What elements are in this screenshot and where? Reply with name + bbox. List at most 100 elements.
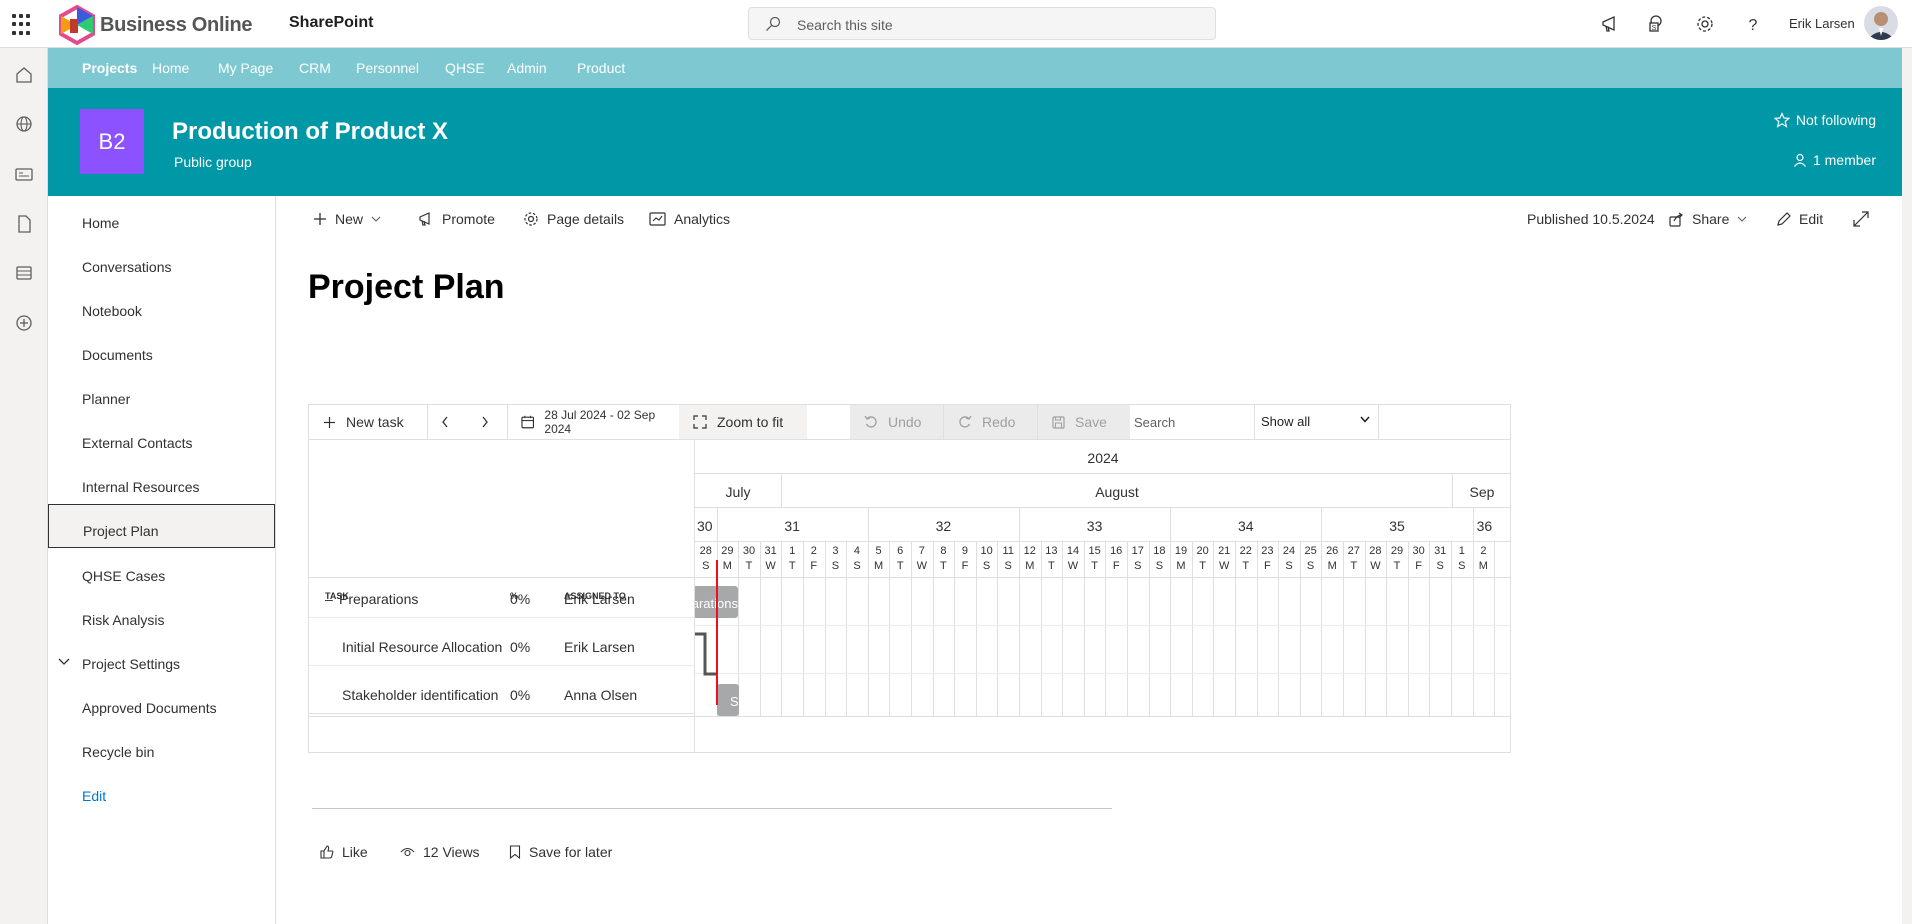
next-button[interactable] bbox=[467, 405, 507, 439]
globe-icon[interactable] bbox=[13, 113, 35, 135]
edit-page-button[interactable]: Edit bbox=[1776, 211, 1823, 227]
news-icon[interactable] bbox=[13, 163, 35, 185]
save-for-later-button[interactable]: Save for later bbox=[509, 844, 612, 860]
weekday-letter: T bbox=[1048, 560, 1055, 572]
person-icon bbox=[1793, 153, 1806, 167]
site-title[interactable]: Production of Product X bbox=[172, 118, 448, 146]
site-privacy-label: Public group bbox=[174, 154, 252, 170]
create-add-icon[interactable] bbox=[13, 312, 35, 334]
previous-button[interactable] bbox=[427, 405, 467, 439]
zoom-to-fit-button[interactable]: Zoom to fit bbox=[679, 405, 807, 439]
help-icon[interactable]: ? bbox=[1743, 14, 1763, 34]
nav-item-documents[interactable]: Documents bbox=[48, 332, 275, 372]
site-logo[interactable]: B2 bbox=[80, 109, 144, 174]
follow-button[interactable]: Not following bbox=[1773, 112, 1876, 128]
task-row[interactable]: Initial Resource Allocation 0% Erik Lars… bbox=[309, 626, 694, 666]
app-launcher-icon[interactable] bbox=[12, 14, 34, 36]
nav-item-project-plan[interactable]: Project Plan bbox=[48, 504, 275, 548]
nav-item-project-settings[interactable]: Project Settings bbox=[48, 641, 275, 681]
nav-item-risk-analysis[interactable]: Risk Analysis bbox=[48, 597, 275, 637]
settings-gear-icon[interactable] bbox=[1695, 14, 1715, 34]
expand-icon[interactable] bbox=[1853, 211, 1869, 227]
weekday-letter: S bbox=[853, 560, 861, 572]
business-online-logo[interactable] bbox=[56, 4, 98, 46]
gear-icon bbox=[524, 212, 538, 226]
weekday-letter: T bbox=[788, 560, 796, 572]
task-assignee[interactable]: Erik Larsen bbox=[564, 591, 635, 607]
nav-item-planner[interactable]: Planner bbox=[48, 376, 275, 416]
sharepoint-link[interactable]: SharePoint bbox=[289, 14, 373, 32]
share-button[interactable]: Share bbox=[1669, 211, 1747, 227]
row-divider bbox=[695, 625, 1510, 626]
weekday-letter: F bbox=[961, 560, 969, 572]
day-number: 27 bbox=[1347, 545, 1360, 557]
document-icon[interactable] bbox=[13, 213, 35, 235]
site-quick-launch: Home Conversations Notebook Documents Pl… bbox=[48, 196, 276, 924]
redo-button[interactable]: Redo bbox=[944, 405, 1037, 439]
user-name[interactable]: Erik Larsen bbox=[1789, 16, 1855, 31]
weekday-letter: T bbox=[745, 560, 753, 572]
footer-divider bbox=[312, 808, 1112, 809]
collapse-toggle[interactable]: – bbox=[325, 591, 333, 607]
promote-button[interactable]: Promote bbox=[418, 211, 495, 227]
task-percent[interactable]: 0% bbox=[510, 687, 530, 703]
nav-item-conversations[interactable]: Conversations bbox=[48, 244, 275, 284]
nav-item-external-contacts[interactable]: External Contacts bbox=[48, 420, 275, 460]
task-name[interactable]: Preparations bbox=[339, 591, 418, 607]
user-avatar[interactable] bbox=[1864, 6, 1898, 40]
gantt-bar-stakeholder[interactable]: S bbox=[717, 684, 739, 716]
task-row[interactable]: – Preparations 0% Erik Larsen bbox=[309, 578, 694, 618]
hub-item-personnel[interactable]: Personnel bbox=[356, 60, 419, 76]
views-count: 12 Views bbox=[400, 844, 480, 860]
sharepoint-app-icon[interactable]: S bbox=[1647, 14, 1667, 34]
nav-edit-link[interactable]: Edit bbox=[48, 773, 275, 813]
hub-item-home[interactable]: Home bbox=[152, 60, 189, 76]
plus-icon bbox=[324, 416, 335, 428]
nav-item-qhse-cases[interactable]: QHSE Cases bbox=[48, 553, 275, 593]
day-number: 5 bbox=[875, 545, 882, 557]
task-row[interactable]: Stakeholder identification 0% Anna Olsen bbox=[309, 674, 694, 714]
task-assignee[interactable]: Anna Olsen bbox=[564, 687, 637, 703]
like-button[interactable]: Like bbox=[320, 844, 368, 860]
nav-item-approved-documents[interactable]: Approved Documents bbox=[48, 685, 275, 725]
task-percent[interactable]: 0% bbox=[510, 591, 530, 607]
new-task-label: New task bbox=[346, 414, 404, 430]
date-range-picker[interactable]: 28 Jul 2024 - 02 Sep 2024 bbox=[507, 405, 679, 439]
page-scrollbar[interactable] bbox=[1902, 48, 1912, 924]
site-search-box[interactable]: Search this site bbox=[748, 7, 1216, 40]
bookmark-icon bbox=[509, 845, 521, 859]
filter-dropdown[interactable]: Show all bbox=[1255, 405, 1379, 439]
nav-item-internal-resources[interactable]: Internal Resources bbox=[48, 464, 275, 504]
edit-label: Edit bbox=[1799, 211, 1824, 227]
list-icon[interactable] bbox=[13, 262, 35, 284]
new-task-button[interactable]: New task bbox=[309, 405, 427, 439]
hub-item-crm[interactable]: CRM bbox=[299, 60, 331, 76]
nav-item-notebook[interactable]: Notebook bbox=[48, 288, 275, 328]
gantt-search-input[interactable]: Search bbox=[1130, 405, 1255, 439]
day-number: 3 bbox=[832, 545, 839, 557]
hub-item-my-page[interactable]: My Page bbox=[218, 60, 273, 76]
home-icon[interactable] bbox=[13, 64, 35, 86]
hub-item-qhse[interactable]: QHSE bbox=[445, 60, 485, 76]
nav-item-home[interactable]: Home bbox=[48, 200, 275, 240]
hub-item-admin[interactable]: Admin bbox=[507, 60, 547, 76]
analytics-button[interactable]: Analytics bbox=[649, 211, 730, 227]
task-name[interactable]: Stakeholder identification bbox=[342, 687, 498, 703]
task-assignee[interactable]: Erik Larsen bbox=[564, 639, 635, 655]
task-percent[interactable]: 0% bbox=[510, 639, 530, 655]
new-button[interactable]: New bbox=[313, 211, 381, 227]
nav-item-recycle-bin[interactable]: Recycle bin bbox=[48, 729, 275, 769]
redo-label: Redo bbox=[982, 414, 1016, 430]
task-name[interactable]: Initial Resource Allocation bbox=[342, 639, 502, 655]
weekday-letter: S bbox=[831, 560, 840, 572]
megaphone-icon[interactable] bbox=[1600, 14, 1620, 34]
page-details-button[interactable]: Page details bbox=[523, 211, 624, 227]
hub-item-product[interactable]: Product bbox=[577, 60, 625, 76]
save-button[interactable]: Save bbox=[1038, 405, 1130, 439]
hub-item-projects[interactable]: Projects bbox=[82, 60, 137, 76]
members-button[interactable]: 1 member bbox=[1793, 152, 1876, 168]
chevron-down-icon[interactable] bbox=[58, 658, 70, 666]
page-details-label: Page details bbox=[547, 211, 625, 227]
day-number: 31 bbox=[1434, 545, 1447, 557]
undo-button[interactable]: Undo bbox=[850, 405, 943, 439]
